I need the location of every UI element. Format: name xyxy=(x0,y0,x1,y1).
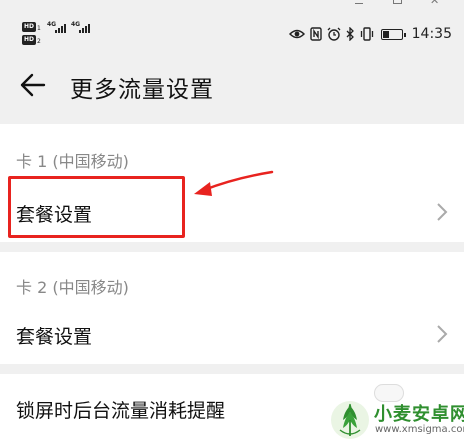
sim2-number: 2 xyxy=(37,38,41,45)
hd-badge: HD xyxy=(22,22,36,32)
minimize-icon[interactable] xyxy=(355,3,363,4)
sim2-plan-settings-row[interactable]: 套餐设置 xyxy=(0,308,464,364)
sim1-number: 1 xyxy=(37,25,41,32)
vibrate-icon xyxy=(360,27,373,41)
nfc-icon xyxy=(309,27,322,41)
watermark-title: 小麦安卓网 xyxy=(374,404,464,425)
watermark: 小麦安卓网 www.xmsigma.com xyxy=(328,396,464,444)
sim2-section-label: 卡 2 (中国移动) xyxy=(16,278,129,297)
sim1-section-label: 卡 1 (中国移动) xyxy=(16,152,129,171)
maximize-icon[interactable] xyxy=(393,0,402,4)
sim2-signal: HD 2 xyxy=(22,34,102,47)
bluetooth-icon xyxy=(346,27,354,41)
status-time: 14:35 xyxy=(411,26,452,42)
sim-signal-block: HD 1 4G 4G HD 2 xyxy=(22,21,102,47)
page-title: 更多流量设置 xyxy=(70,77,214,103)
window-controls: ✕ xyxy=(344,0,464,10)
sim2-card: 卡 2 (中国移动) 套餐设置 xyxy=(0,252,464,364)
signal-bars-icon xyxy=(79,23,90,33)
watermark-logo xyxy=(331,401,369,439)
hd-badge: HD xyxy=(22,35,36,45)
arrow-left-icon[interactable] xyxy=(18,72,46,98)
sim2-plan-settings-label: 套餐设置 xyxy=(16,326,93,348)
sim1-signal: HD 1 4G 4G xyxy=(22,21,102,34)
battery-icon xyxy=(380,28,406,40)
status-bar: HD 1 4G 4G HD 2 14:35 xyxy=(0,12,464,52)
screen: ✕ HD 1 4G 4G HD 2 14:35 更多流量设置 卡 1 (中国移动… xyxy=(0,0,464,444)
lockscreen-reminder-label: 锁屏时后台流量消耗提醒 xyxy=(16,400,226,422)
alarm-icon xyxy=(327,27,341,41)
close-icon[interactable]: ✕ xyxy=(430,0,439,6)
annotation-arrow-icon xyxy=(194,170,274,196)
annotation-highlight-box xyxy=(8,176,185,238)
watermark-url: www.xmsigma.com xyxy=(375,424,464,435)
chevron-right-icon xyxy=(437,203,448,221)
chevron-right-icon xyxy=(437,325,448,343)
status-icons: 14:35 xyxy=(288,26,452,42)
app-bar: 更多流量设置 xyxy=(0,60,464,110)
eye-comfort-icon xyxy=(288,29,305,39)
signal-bars-icon xyxy=(55,23,66,33)
